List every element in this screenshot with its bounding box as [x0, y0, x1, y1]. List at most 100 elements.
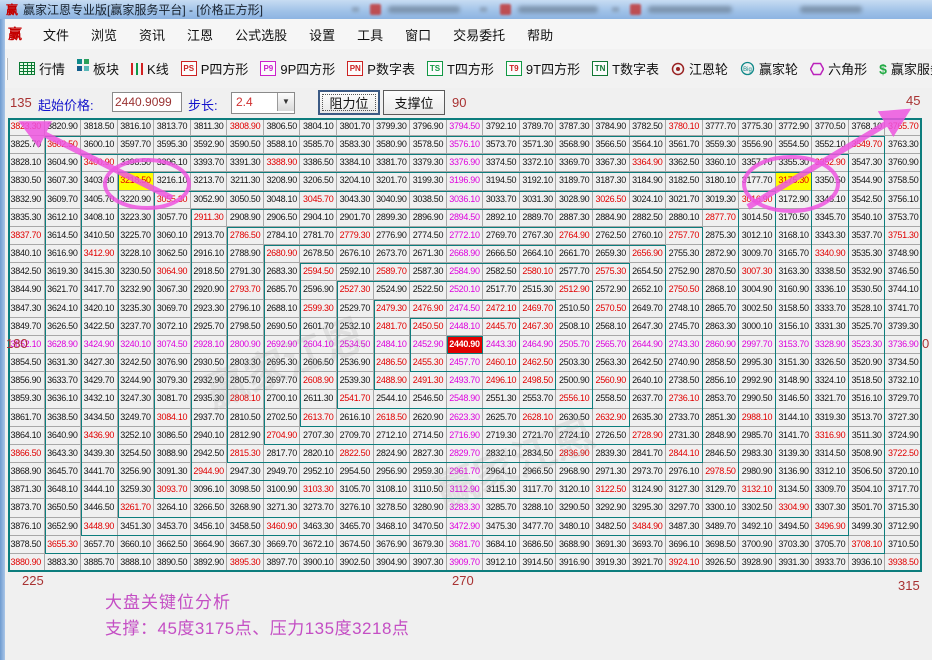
- grid-cell[interactable]: 2493.70: [447, 372, 484, 390]
- grid-cell[interactable]: 3033.70: [483, 191, 520, 209]
- grid-cell[interactable]: 2824.90: [374, 445, 411, 463]
- grid-cell[interactable]: 3249.70: [118, 409, 155, 427]
- toolbar-item-13[interactable]: $赢家服务: [879, 59, 932, 78]
- grid-cell[interactable]: 3062.50: [154, 245, 191, 263]
- grid-cell[interactable]: 2640.10: [630, 372, 667, 390]
- grid-cell[interactable]: 2652.10: [630, 281, 667, 299]
- grid-cell[interactable]: 3420.10: [81, 300, 118, 318]
- grid-cell[interactable]: 3235.30: [118, 300, 155, 318]
- grid-cell[interactable]: 2760.10: [630, 227, 667, 245]
- grid-cell[interactable]: 3194.50: [483, 172, 520, 190]
- grid-cell[interactable]: 3127.30: [666, 481, 703, 499]
- grid-cell[interactable]: 3564.10: [630, 136, 667, 154]
- grid-cell[interactable]: 3921.70: [630, 554, 667, 572]
- grid-cell[interactable]: 3043.30: [337, 191, 374, 209]
- grid-cell[interactable]: 3170.50: [776, 209, 813, 227]
- grid-cell[interactable]: 3069.70: [154, 300, 191, 318]
- grid-cell[interactable]: 3429.70: [81, 372, 118, 390]
- grid-cell[interactable]: 3048.10: [264, 191, 301, 209]
- grid-cell[interactable]: 3633.70: [45, 372, 82, 390]
- grid-cell[interactable]: 2656.90: [630, 245, 667, 263]
- grid-cell[interactable]: 3871.30: [8, 481, 45, 499]
- grid-cell[interactable]: 3748.90: [885, 245, 922, 263]
- toolbar-item-5[interactable]: P99P四方形: [260, 59, 335, 78]
- grid-cell[interactable]: 3499.30: [849, 518, 886, 536]
- grid-cell[interactable]: 2556.10: [556, 390, 593, 408]
- grid-cell[interactable]: 2913.70: [191, 227, 228, 245]
- grid-cell[interactable]: 2630.50: [556, 409, 593, 427]
- grid-cell[interactable]: 2520.10: [447, 281, 484, 299]
- grid-cell[interactable]: 3847.30: [8, 300, 45, 318]
- grid-cell[interactable]: 2805.70: [227, 372, 264, 390]
- grid-cell[interactable]: 3427.30: [81, 354, 118, 372]
- grid-cell[interactable]: 2877.70: [703, 209, 740, 227]
- grid-cell[interactable]: 3403.30: [81, 172, 118, 190]
- grid-cell[interactable]: 2676.10: [337, 245, 374, 263]
- grid-cell[interactable]: 2642.50: [630, 354, 667, 372]
- grid-cell[interactable]: 3357.70: [739, 154, 776, 172]
- grid-cell[interactable]: 3578.50: [410, 136, 447, 154]
- grid-cell[interactable]: 2544.10: [374, 390, 411, 408]
- grid-cell[interactable]: 2572.90: [593, 281, 630, 299]
- grid-cell[interactable]: 3624.10: [45, 300, 82, 318]
- grid-cell[interactable]: 3261.70: [118, 499, 155, 517]
- grid-cell[interactable]: 3513.70: [849, 409, 886, 427]
- grid-cell[interactable]: 3297.70: [666, 499, 703, 517]
- toolbar-item-9[interactable]: TNT数字表: [592, 59, 659, 78]
- menu-item-10[interactable]: 帮助: [516, 25, 564, 44]
- grid-cell[interactable]: 2767.30: [520, 227, 557, 245]
- grid-cell[interactable]: 2743.30: [666, 336, 703, 354]
- grid-cell[interactable]: 2510.50: [556, 300, 593, 318]
- grid-cell[interactable]: 3024.10: [630, 191, 667, 209]
- grid-cell[interactable]: 3412.90: [81, 245, 118, 263]
- grid-cell[interactable]: 3067.30: [154, 281, 191, 299]
- grid-cell[interactable]: 3626.50: [45, 318, 82, 336]
- grid-cell[interactable]: 3736.90: [885, 336, 922, 354]
- grid-cell[interactable]: 3122.50: [593, 481, 630, 499]
- grid-cell[interactable]: 3816.10: [118, 118, 155, 136]
- grid-cell[interactable]: 2784.10: [264, 227, 301, 245]
- grid-cell[interactable]: 3772.90: [776, 118, 813, 136]
- grid-cell[interactable]: 3876.10: [8, 518, 45, 536]
- grid-cell[interactable]: 3453.70: [154, 518, 191, 536]
- grid-cell[interactable]: 3729.70: [885, 390, 922, 408]
- grid-cell[interactable]: 3909.70: [447, 554, 484, 572]
- grid-cell[interactable]: 2779.30: [337, 227, 374, 245]
- grid-cell[interactable]: 3542.50: [849, 191, 886, 209]
- grid-cell[interactable]: 3434.50: [81, 409, 118, 427]
- grid-cell[interactable]: 2690.50: [264, 318, 301, 336]
- grid-cell[interactable]: 3698.50: [703, 536, 740, 554]
- grid-cell[interactable]: 3873.70: [8, 499, 45, 517]
- grid-cell[interactable]: 2932.90: [191, 372, 228, 390]
- grid-cell[interactable]: 2995.30: [739, 354, 776, 372]
- grid-cell[interactable]: 2865.70: [703, 300, 740, 318]
- grid-cell[interactable]: 2695.30: [264, 354, 301, 372]
- grid-cell[interactable]: 3225.70: [118, 227, 155, 245]
- grid-cell[interactable]: 3288.10: [520, 499, 557, 517]
- grid-cell[interactable]: 3396.10: [154, 154, 191, 172]
- grid-cell[interactable]: 2894.50: [447, 209, 484, 227]
- grid-cell[interactable]: 2685.70: [264, 281, 301, 299]
- grid-cell[interactable]: 3242.50: [118, 354, 155, 372]
- grid-cell[interactable]: 3266.50: [191, 499, 228, 517]
- grid-cell[interactable]: 2731.30: [666, 427, 703, 445]
- grid-cell[interactable]: 3648.10: [45, 481, 82, 499]
- grid-cell[interactable]: 3230.50: [118, 263, 155, 281]
- grid-cell[interactable]: 3820.90: [45, 118, 82, 136]
- grid-cell[interactable]: 2997.70: [739, 336, 776, 354]
- grid-cell[interactable]: 3372.10: [520, 154, 557, 172]
- grid-cell[interactable]: 3607.30: [45, 172, 82, 190]
- grid-cell[interactable]: 3604.90: [45, 154, 82, 172]
- grid-cell[interactable]: 3379.30: [410, 154, 447, 172]
- grid-cell[interactable]: 2985.70: [739, 427, 776, 445]
- grid-cell[interactable]: 2901.70: [337, 209, 374, 227]
- grid-cell[interactable]: 2971.30: [593, 463, 630, 481]
- grid-cell[interactable]: 3590.50: [227, 136, 264, 154]
- grid-cell[interactable]: 3444.10: [81, 481, 118, 499]
- grid-cell[interactable]: 3108.10: [374, 481, 411, 499]
- grid-cell[interactable]: 3415.30: [81, 263, 118, 281]
- grid-cell[interactable]: 3264.10: [154, 499, 191, 517]
- grid-cell[interactable]: 3566.50: [593, 136, 630, 154]
- grid-cell[interactable]: 3156.10: [776, 318, 813, 336]
- grid-cell[interactable]: 2680.90: [264, 245, 301, 263]
